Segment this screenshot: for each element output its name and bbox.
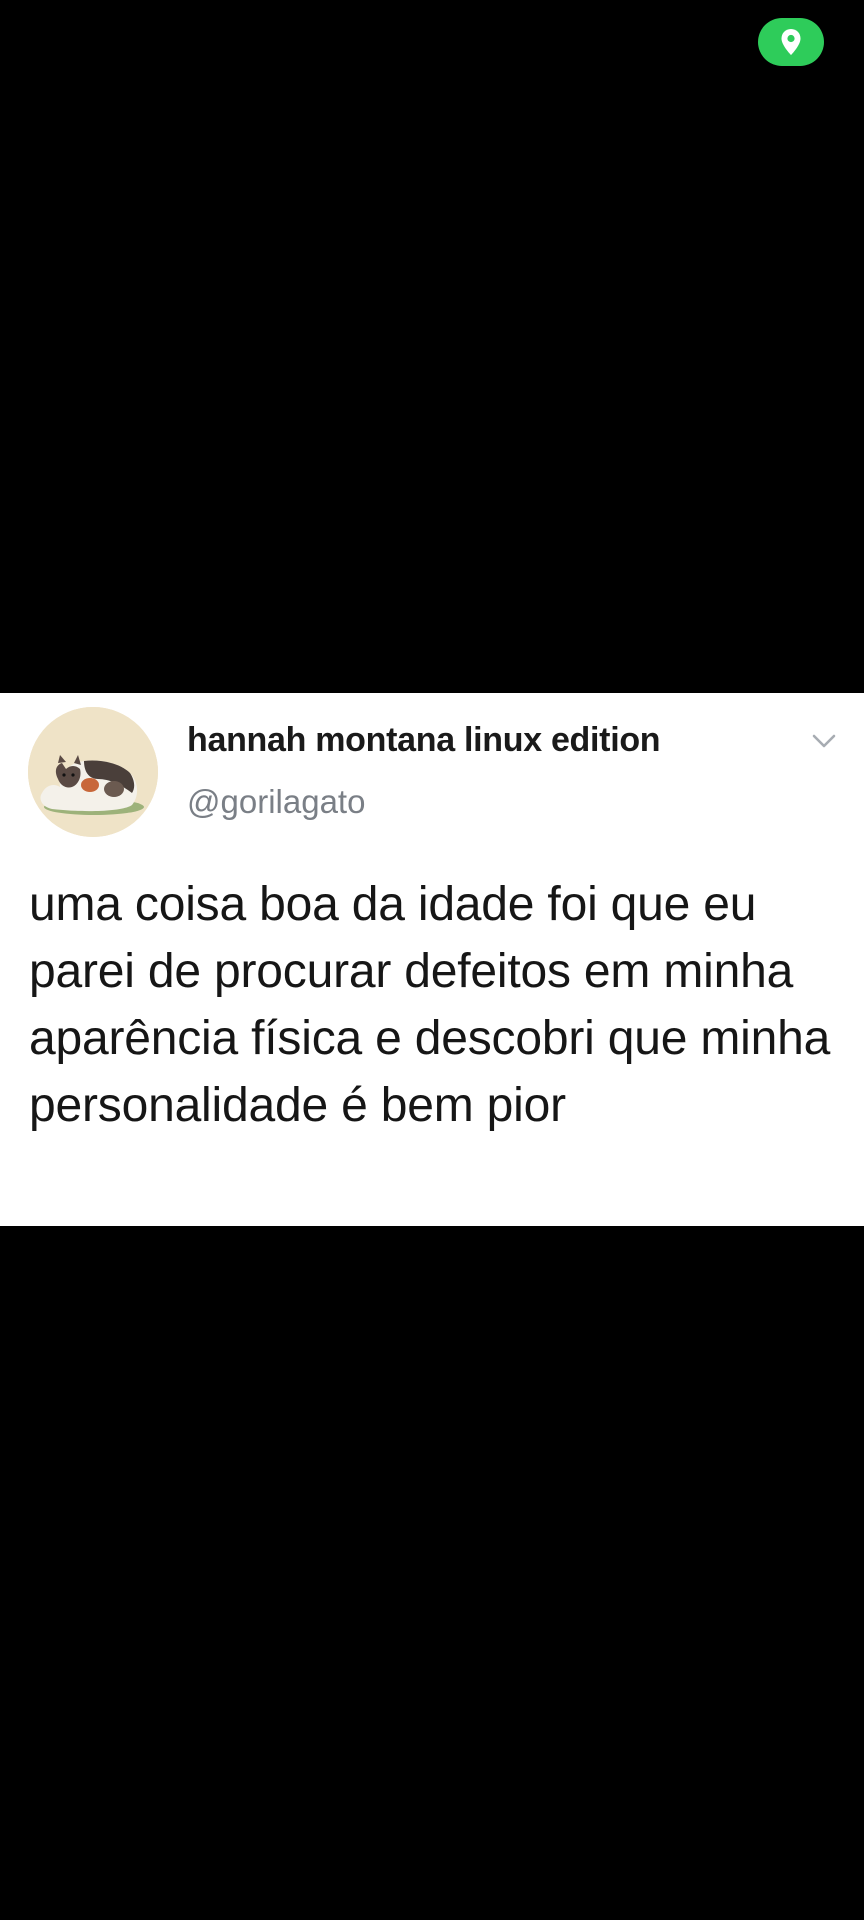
cat-avatar — [28, 707, 158, 837]
user-avatar[interactable] — [28, 707, 158, 837]
location-indicator[interactable] — [758, 18, 824, 66]
display-name[interactable]: hannah montana linux edition — [187, 721, 661, 760]
map-pin-icon — [781, 29, 801, 55]
user-handle[interactable]: @gorilagato — [187, 783, 365, 821]
screen: hannah montana linux edition @gorilagato… — [0, 0, 864, 1920]
tweet-text: uma coisa boa da idade foi que eu parei … — [29, 878, 831, 1132]
tweet-card: hannah montana linux edition @gorilagato… — [0, 693, 864, 1226]
chevron-down-icon[interactable] — [808, 725, 840, 757]
